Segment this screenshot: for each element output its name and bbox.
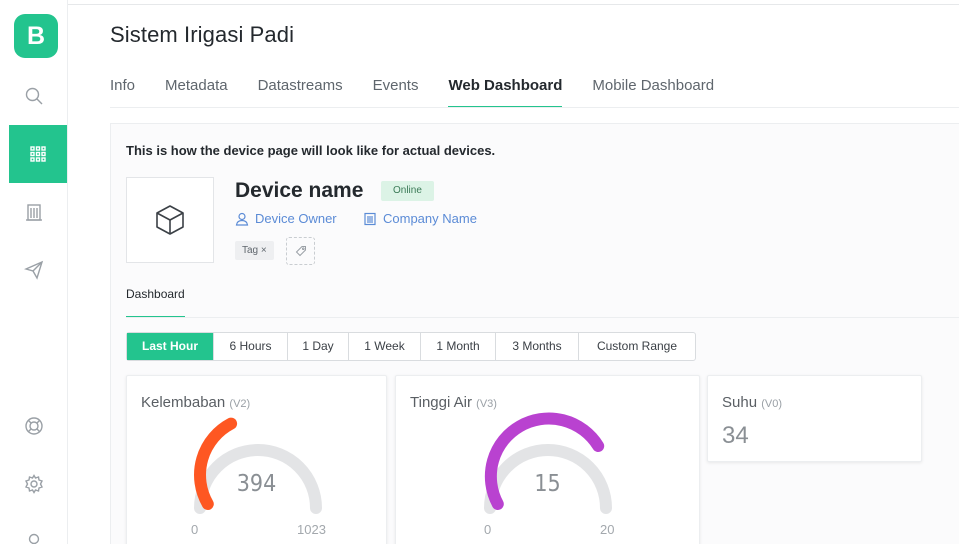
tab-datastreams[interactable]: Datastreams	[258, 76, 343, 108]
gauge-min: 0	[191, 522, 199, 537]
page-title: Sistem Irigasi Padi	[110, 22, 295, 47]
tabs-divider	[110, 107, 959, 108]
value-widget-suhu[interactable]: Suhu (V0) 34	[707, 375, 922, 462]
widget-title: Suhu (V0)	[722, 394, 782, 411]
tab-bar: Info Metadata Datastreams Events Web Das…	[110, 76, 744, 108]
range-last-hour[interactable]: Last Hour	[127, 333, 214, 360]
subtabs-divider	[126, 317, 959, 318]
gauge-min: 0	[484, 522, 492, 537]
range-3-months[interactable]: 3 Months	[496, 333, 579, 360]
device-image[interactable]	[126, 177, 214, 263]
range-1-month[interactable]: 1 Month	[421, 333, 496, 360]
building-icon[interactable]	[0, 189, 67, 235]
widget-value: 34	[722, 422, 749, 449]
tab-web-dashboard[interactable]: Web Dashboard	[448, 76, 563, 108]
range-1-day[interactable]: 1 Day	[288, 333, 349, 360]
gauge-max: 1023	[297, 522, 326, 537]
gauge-widget-kelembaban[interactable]: Kelembaban (V2) 394 0 1023	[126, 375, 387, 544]
tab-mobile-dashboard[interactable]: Mobile Dashboard	[592, 76, 714, 108]
tab-info[interactable]: Info	[110, 76, 135, 108]
blynk-logo[interactable]: B	[14, 14, 58, 58]
user-icon	[235, 212, 249, 226]
device-preview-card: This is how the device page will look li…	[110, 123, 959, 544]
lifebuoy-icon[interactable]	[0, 403, 67, 449]
tag-chip[interactable]: Tag ×	[235, 241, 274, 260]
gauge-tinggi-air	[484, 412, 612, 514]
time-range-selector: Last Hour 6 Hours 1 Day 1 Week 1 Month 3…	[126, 332, 696, 361]
range-1-week[interactable]: 1 Week	[349, 333, 421, 360]
gear-icon[interactable]	[0, 461, 67, 507]
add-tag-button[interactable]	[286, 237, 315, 265]
widget-title-label: Suhu	[722, 394, 758, 411]
widget-pin: (V0)	[761, 398, 782, 410]
cube-icon	[156, 205, 184, 235]
tab-dashboard[interactable]: Dashboard	[126, 287, 185, 318]
company-name-link[interactable]: Company Name	[363, 211, 477, 226]
gauge-max: 20	[600, 522, 615, 537]
tag-icon	[295, 246, 306, 257]
device-name: Device name	[235, 179, 364, 202]
tab-events[interactable]: Events	[373, 76, 419, 108]
main-panel: Sistem Irigasi Padi Info Metadata Datast…	[68, 0, 959, 544]
range-6-hours[interactable]: 6 Hours	[214, 333, 288, 360]
circle-icon[interactable]	[0, 516, 67, 544]
search-icon[interactable]	[0, 73, 67, 119]
tab-metadata[interactable]: Metadata	[165, 76, 228, 108]
send-icon[interactable]	[0, 247, 67, 293]
device-owner-label: Device Owner	[255, 211, 337, 226]
grid-icon[interactable]	[9, 125, 67, 183]
gauge-kelembaban	[194, 417, 322, 514]
gauge-value: 394	[236, 471, 277, 497]
range-custom[interactable]: Custom Range	[579, 333, 695, 360]
preview-notice: This is how the device page will look li…	[126, 143, 496, 158]
gauge-widget-tinggi-air[interactable]: Tinggi Air (V3) 15 0 20	[395, 375, 700, 544]
gauge-value: 15	[534, 471, 561, 497]
device-owner-link[interactable]: Device Owner	[235, 211, 337, 226]
top-divider	[68, 4, 959, 5]
company-name-label: Company Name	[383, 211, 477, 226]
sidebar: B	[0, 0, 68, 544]
building-icon	[364, 212, 376, 225]
status-badge: Online	[381, 181, 434, 201]
